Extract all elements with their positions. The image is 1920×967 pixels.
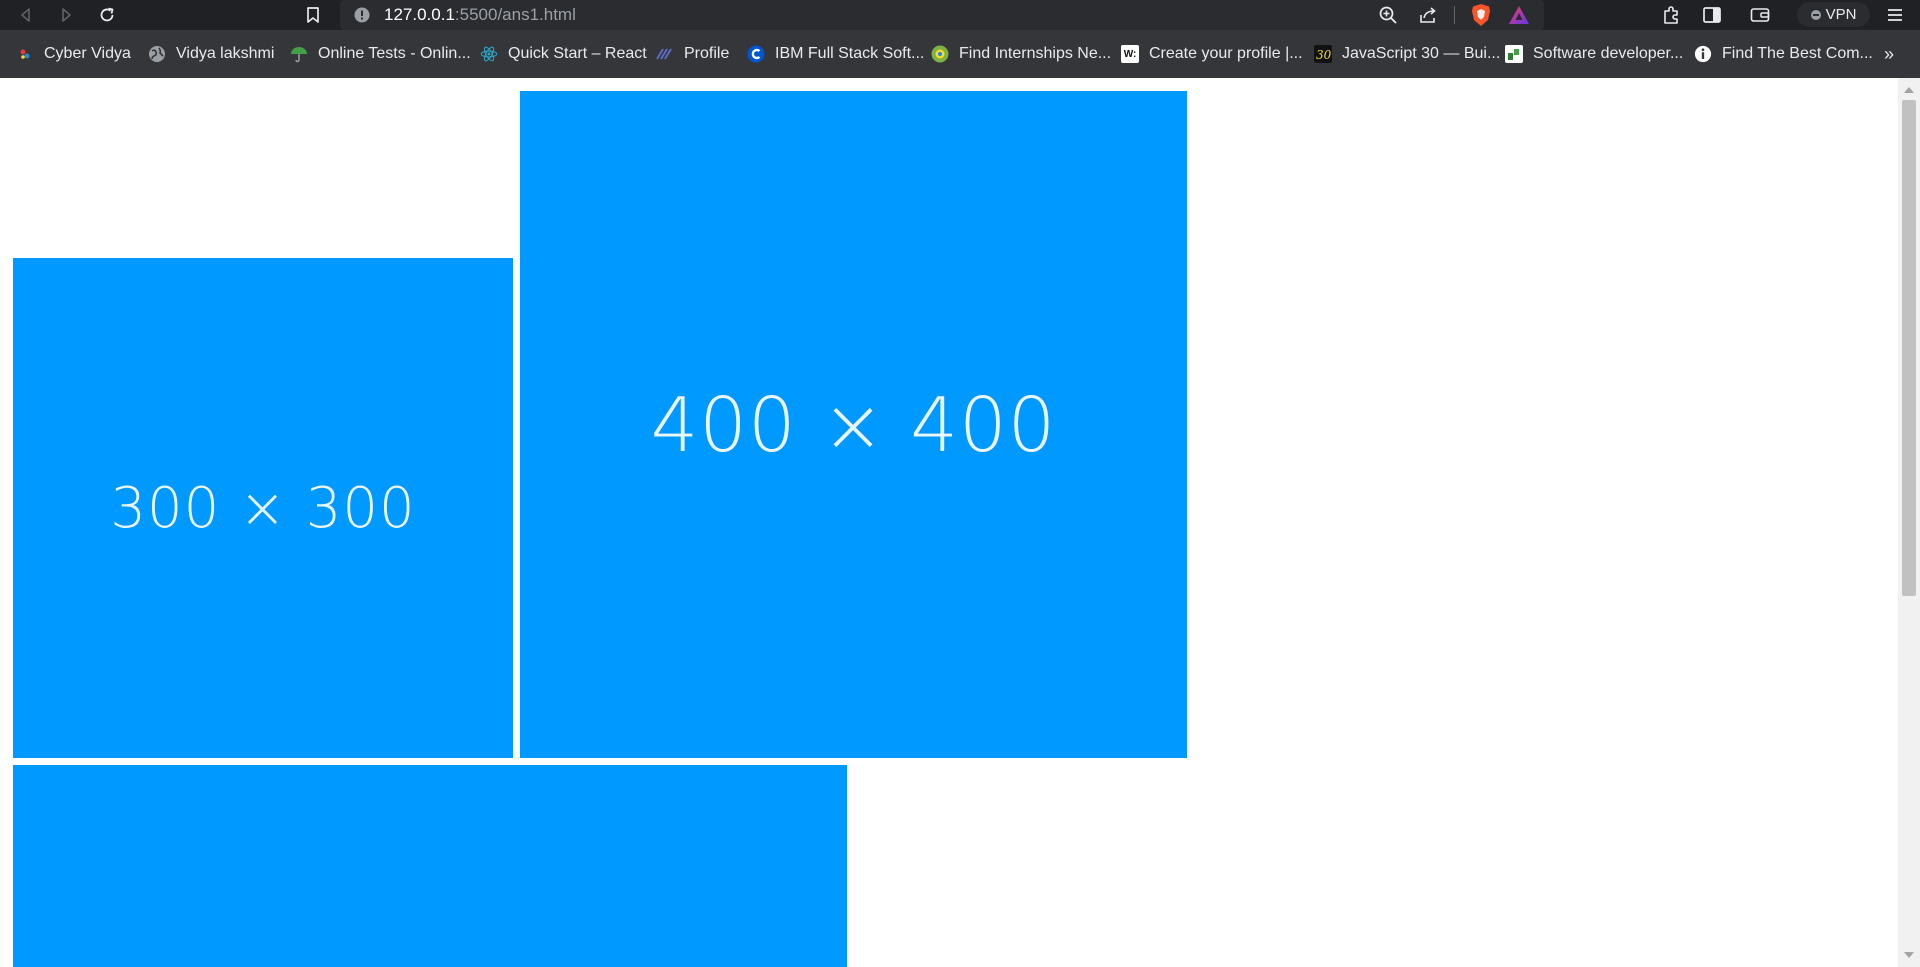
main-menu-button[interactable]	[1883, 3, 1907, 27]
coursera-icon	[747, 45, 765, 63]
bookmark-label: Software developer...	[1533, 45, 1684, 62]
bookmark-label: Find Internships Ne...	[959, 45, 1112, 62]
bookmark-profile[interactable]: Profile	[656, 30, 729, 78]
bookmark-javascript-30[interactable]: 30 JavaScript 30 — Bui...	[1314, 30, 1500, 78]
forward-button[interactable]	[54, 3, 78, 27]
vpn-button[interactable]: VPN	[1797, 2, 1870, 27]
bookmark-software-developer[interactable]: Software developer...	[1505, 30, 1683, 78]
bookmarks-overflow-chevron-icon[interactable]: »	[1884, 30, 1894, 78]
sidebar-toggle-button[interactable]	[1700, 3, 1724, 27]
reload-button[interactable]	[95, 3, 119, 27]
internshala-icon	[931, 45, 949, 63]
bookmark-label: Vidya lakshmi	[176, 45, 275, 62]
page-content: 300 × 300 400 × 400	[0, 78, 1898, 967]
vpn-label: VPN	[1825, 6, 1857, 23]
w-icon: W:	[1121, 45, 1139, 63]
scrollbar-thumb[interactable]	[1902, 100, 1916, 596]
bookmark-cyber-vidya[interactable]: Cyber Vidya	[16, 30, 131, 78]
hamburger-menu-icon	[1888, 9, 1902, 21]
bookmark-label: Quick Start – React	[508, 45, 647, 62]
cyber-vidya-icon	[16, 45, 34, 63]
vertical-scrollbar[interactable]	[1898, 78, 1920, 967]
profile-icon	[656, 45, 674, 63]
bookmark-label: Create your profile |...	[1149, 45, 1303, 62]
bookmarks-bar: Cyber Vidya Vidya lakshmi Online Tests -…	[0, 30, 1920, 78]
site-info-icon[interactable]	[354, 7, 370, 28]
sidebar-icon	[1703, 7, 1721, 23]
back-icon	[21, 8, 30, 22]
bookmark-label: Find The Best Com...	[1722, 45, 1873, 62]
brave-rewards-icon[interactable]	[1508, 4, 1530, 31]
bookmark-find-internships[interactable]: Find Internships Ne...	[931, 30, 1111, 78]
bookmark-icon	[307, 7, 319, 23]
zoom-icon[interactable]	[1378, 5, 1398, 30]
placeholder-image-300: 300 × 300	[13, 258, 513, 758]
placeholder-image-400: 400 × 400	[520, 91, 1187, 758]
umbrella-icon	[290, 45, 308, 63]
react-icon	[480, 45, 498, 63]
js30-icon: 30	[1314, 45, 1332, 63]
bookmark-label: Cyber Vidya	[44, 45, 131, 62]
bookmark-create-profile[interactable]: W: Create your profile |...	[1121, 30, 1303, 78]
bookmark-page-button[interactable]	[301, 3, 325, 27]
scroll-up-arrow-icon[interactable]	[1904, 87, 1914, 93]
address-bar[interactable]: 127.0.0.1:5500/ans1.html	[340, 0, 1544, 30]
placeholder-label: 300 × 300	[110, 475, 416, 541]
bookmark-vidya-lakshmi[interactable]: Vidya lakshmi	[148, 30, 274, 78]
vpn-status-icon	[1810, 9, 1821, 20]
forward-icon	[62, 8, 71, 22]
share-icon[interactable]	[1418, 5, 1438, 30]
url-host: 127.0.0.1	[384, 5, 455, 24]
naukri-icon	[1505, 45, 1523, 63]
bookmark-find-best-com[interactable]: Find The Best Com...	[1694, 30, 1873, 78]
browser-toolbar: 127.0.0.1:5500/ans1.html VPN	[0, 0, 1920, 30]
reload-icon	[100, 7, 114, 22]
svg-text:30: 30	[1316, 48, 1332, 62]
scroll-down-arrow-icon[interactable]	[1904, 952, 1914, 958]
bookmark-label: Profile	[684, 45, 730, 62]
globe-icon	[148, 45, 166, 63]
back-button[interactable]	[14, 3, 38, 27]
bookmark-label: IBM Full Stack Soft...	[775, 45, 925, 62]
toolbar-divider	[1454, 6, 1455, 24]
bookmark-ibm-full-stack[interactable]: IBM Full Stack Soft...	[747, 30, 924, 78]
url-path: :5500/ans1.html	[454, 5, 576, 24]
info-icon	[1694, 45, 1712, 63]
bookmark-online-tests[interactable]: Online Tests - Onlin...	[290, 30, 471, 78]
wallet-button[interactable]	[1748, 3, 1772, 27]
placeholder-image-wide	[13, 765, 847, 967]
wallet-icon	[1750, 8, 1770, 22]
url-text: 127.0.0.1:5500/ans1.html	[384, 0, 576, 30]
bookmark-label: JavaScript 30 — Bui...	[1342, 45, 1501, 62]
extensions-button[interactable]	[1659, 3, 1683, 27]
bookmark-label: Online Tests - Onlin...	[318, 45, 471, 62]
bookmark-quick-start-react[interactable]: Quick Start – React	[480, 30, 647, 78]
brave-shields-icon[interactable]	[1470, 3, 1492, 32]
placeholder-label: 400 × 400	[650, 380, 1057, 469]
puzzle-icon	[1664, 6, 1678, 24]
